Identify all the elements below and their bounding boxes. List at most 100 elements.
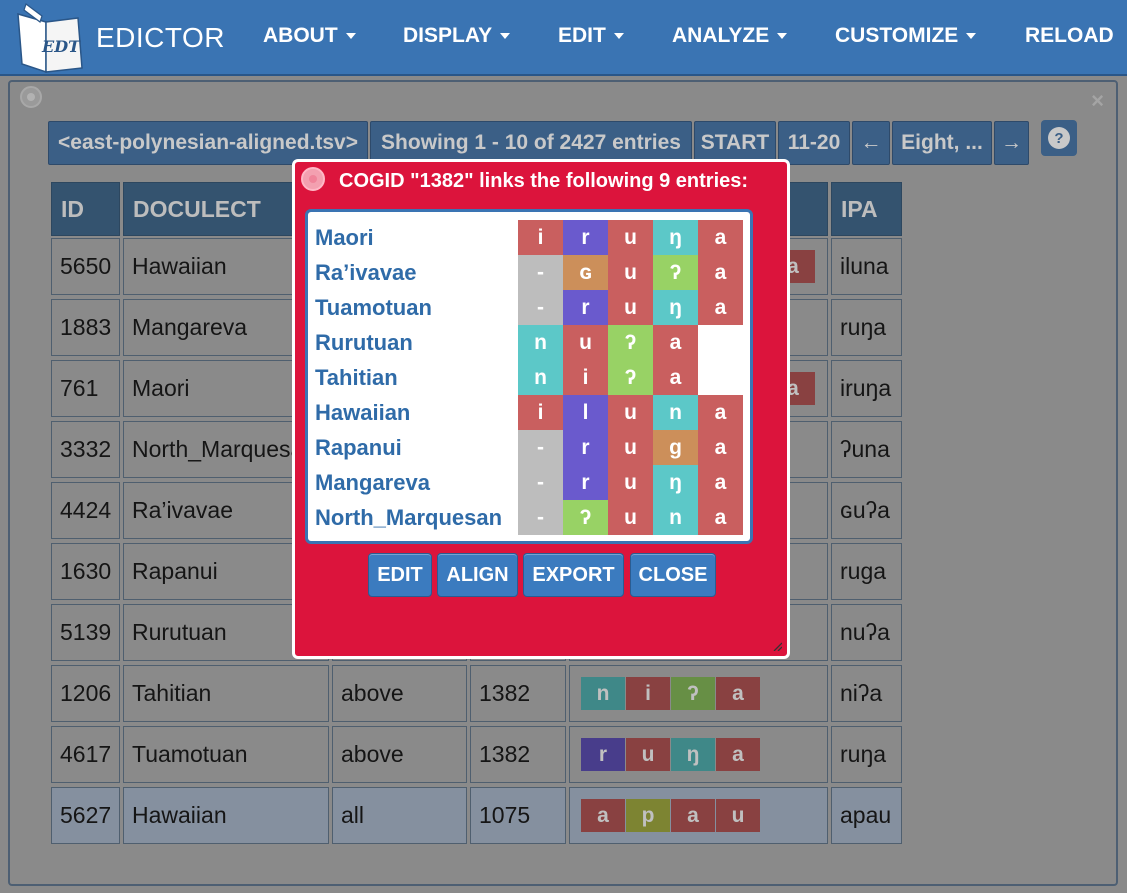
alignment-segment[interactable]: ʔ — [653, 255, 698, 290]
alignment-language-label[interactable]: Tahitian — [315, 365, 398, 391]
alignment-segment[interactable]: ŋ — [653, 290, 698, 325]
nav-display-menu[interactable]: DISPLAY — [403, 24, 511, 48]
alignment-segment[interactable]: u — [608, 500, 653, 535]
next-arrow-button[interactable]: → — [994, 121, 1029, 165]
alignment-segment[interactable]: a — [698, 395, 743, 430]
alignment-segment[interactable]: r — [563, 465, 608, 500]
dialog-drag-handle-icon[interactable] — [301, 167, 325, 191]
table-cell-ipa[interactable]: iluna — [831, 238, 902, 295]
alignment-segment[interactable]: u — [563, 325, 608, 360]
alignment-segment[interactable]: - — [518, 290, 563, 325]
table-cell-ipa[interactable]: niʔa — [831, 665, 902, 722]
table-cell-id[interactable]: 5139 — [51, 604, 120, 661]
alignment-segment[interactable]: u — [608, 255, 653, 290]
alignment-segment[interactable]: - — [518, 255, 563, 290]
alignment-language-label[interactable]: Rurutuan — [315, 330, 413, 356]
nav-analyze-menu[interactable]: ANALYZE — [672, 24, 788, 48]
alignment-segment[interactable]: i — [518, 395, 563, 430]
alignment-segment[interactable]: i — [563, 360, 608, 395]
table-cell-id[interactable]: 1883 — [51, 299, 120, 356]
table-cell-id[interactable]: 1630 — [51, 543, 120, 600]
alignment-segment[interactable]: n — [653, 500, 698, 535]
alignment-segment[interactable]: ŋ — [653, 465, 698, 500]
alignment-language-label[interactable]: Rapanui — [315, 435, 402, 461]
edit-button[interactable]: EDIT — [368, 553, 432, 597]
alignment-segment[interactable]: ʔ — [563, 500, 608, 535]
alignment-segment[interactable]: r — [563, 290, 608, 325]
alignment-segment[interactable]: ʔ — [608, 325, 653, 360]
col-header-id[interactable]: ID — [51, 182, 120, 236]
nav-reload-button[interactable]: RELOAD — [1025, 24, 1114, 48]
brand[interactable]: EDT EDICTOR — [12, 0, 225, 76]
table-cell-concept[interactable]: all — [332, 787, 467, 844]
table-cell-alignment[interactable]: apau — [569, 787, 828, 844]
alignment-language-label[interactable]: Tuamotuan — [315, 295, 432, 321]
table-cell-concept[interactable]: above — [332, 726, 467, 783]
alignment-segment[interactable]: u — [608, 465, 653, 500]
table-cell-id[interactable]: 761 — [51, 360, 120, 417]
table-cell-ipa[interactable]: iruŋa — [831, 360, 902, 417]
next-range-button[interactable]: 11-20 — [778, 121, 850, 165]
alignment-segment[interactable]: i — [518, 220, 563, 255]
alignment-segment[interactable]: n — [518, 325, 563, 360]
resize-grip-icon[interactable] — [772, 641, 782, 651]
alignment-segment[interactable]: a — [653, 360, 698, 395]
table-cell-alignment[interactable]: niʔa — [569, 665, 828, 722]
alignment-segment[interactable]: u — [608, 290, 653, 325]
table-cell-ipa[interactable]: ruŋa — [831, 726, 902, 783]
table-cell-cogid[interactable]: 1382 — [470, 665, 566, 722]
alignment-segment[interactable]: a — [698, 430, 743, 465]
table-cell-ipa[interactable]: apau — [831, 787, 902, 844]
table-cell-alignment[interactable]: ruŋa — [569, 726, 828, 783]
export-button[interactable]: EXPORT — [523, 553, 624, 597]
table-cell-doculect[interactable]: Tahitian — [123, 665, 329, 722]
alignment-segment[interactable]: a — [698, 255, 743, 290]
alignment-segment[interactable]: ŋ — [653, 220, 698, 255]
table-cell-doculect[interactable]: Hawaiian — [123, 787, 329, 844]
alignment-language-label[interactable]: Ra’ivavae — [315, 260, 417, 286]
alignment-segment[interactable]: a — [698, 500, 743, 535]
alignment-language-label[interactable]: Hawaiian — [315, 400, 410, 426]
table-cell-id[interactable]: 4424 — [51, 482, 120, 539]
table-cell-id[interactable]: 3332 — [51, 421, 120, 478]
alignment-segment[interactable]: - — [518, 500, 563, 535]
table-cell-id[interactable]: 5627 — [51, 787, 120, 844]
alignment-segment[interactable]: g — [653, 430, 698, 465]
alignment-segment[interactable]: a — [698, 290, 743, 325]
alignment-segment[interactable]: l — [563, 395, 608, 430]
concept-filter-button[interactable]: Eight, ... — [892, 121, 992, 165]
table-cell-ipa[interactable]: ruŋa — [831, 299, 902, 356]
prev-arrow-button[interactable]: ← — [852, 121, 890, 165]
alignment-segment[interactable]: - — [518, 465, 563, 500]
table-cell-ipa[interactable]: ʔuna — [831, 421, 902, 478]
alignment-segment[interactable]: n — [653, 395, 698, 430]
table-cell-concept[interactable]: above — [332, 665, 467, 722]
table-cell-ipa[interactable]: nuʔa — [831, 604, 902, 661]
table-cell-id[interactable]: 1206 — [51, 665, 120, 722]
nav-about-menu[interactable]: ABOUT — [263, 24, 356, 48]
alignment-segment[interactable]: u — [608, 220, 653, 255]
close-button[interactable]: CLOSE — [630, 553, 716, 597]
alignment-language-label[interactable]: North_Marquesan — [315, 505, 502, 531]
table-cell-cogid[interactable]: 1075 — [470, 787, 566, 844]
nav-customize-menu[interactable]: CUSTOMIZE — [835, 24, 977, 48]
table-cell-ipa[interactable]: ruga — [831, 543, 902, 600]
alignment-segment[interactable]: r — [563, 430, 608, 465]
table-cell-doculect[interactable]: Tuamotuan — [123, 726, 329, 783]
alignment-segment[interactable]: ɢ — [563, 255, 608, 290]
panel-close-icon[interactable]: × — [1091, 88, 1104, 114]
nav-edit-menu[interactable]: EDIT — [558, 24, 624, 48]
alignment-segment[interactable]: - — [518, 430, 563, 465]
alignment-segment[interactable]: u — [608, 395, 653, 430]
table-cell-id[interactable]: 5650 — [51, 238, 120, 295]
alignment-segment[interactable]: u — [608, 430, 653, 465]
alignment-segment[interactable]: a — [698, 220, 743, 255]
alignment-segment[interactable]: n — [518, 360, 563, 395]
alignment-segment[interactable]: a — [653, 325, 698, 360]
panel-drag-handle-icon[interactable] — [20, 86, 42, 108]
help-button[interactable]: ? — [1041, 120, 1077, 156]
table-cell-id[interactable]: 4617 — [51, 726, 120, 783]
alignment-segment[interactable]: ʔ — [608, 360, 653, 395]
alignment-language-label[interactable]: Maori — [315, 225, 374, 251]
col-header-ipa[interactable]: IPA — [831, 182, 902, 236]
